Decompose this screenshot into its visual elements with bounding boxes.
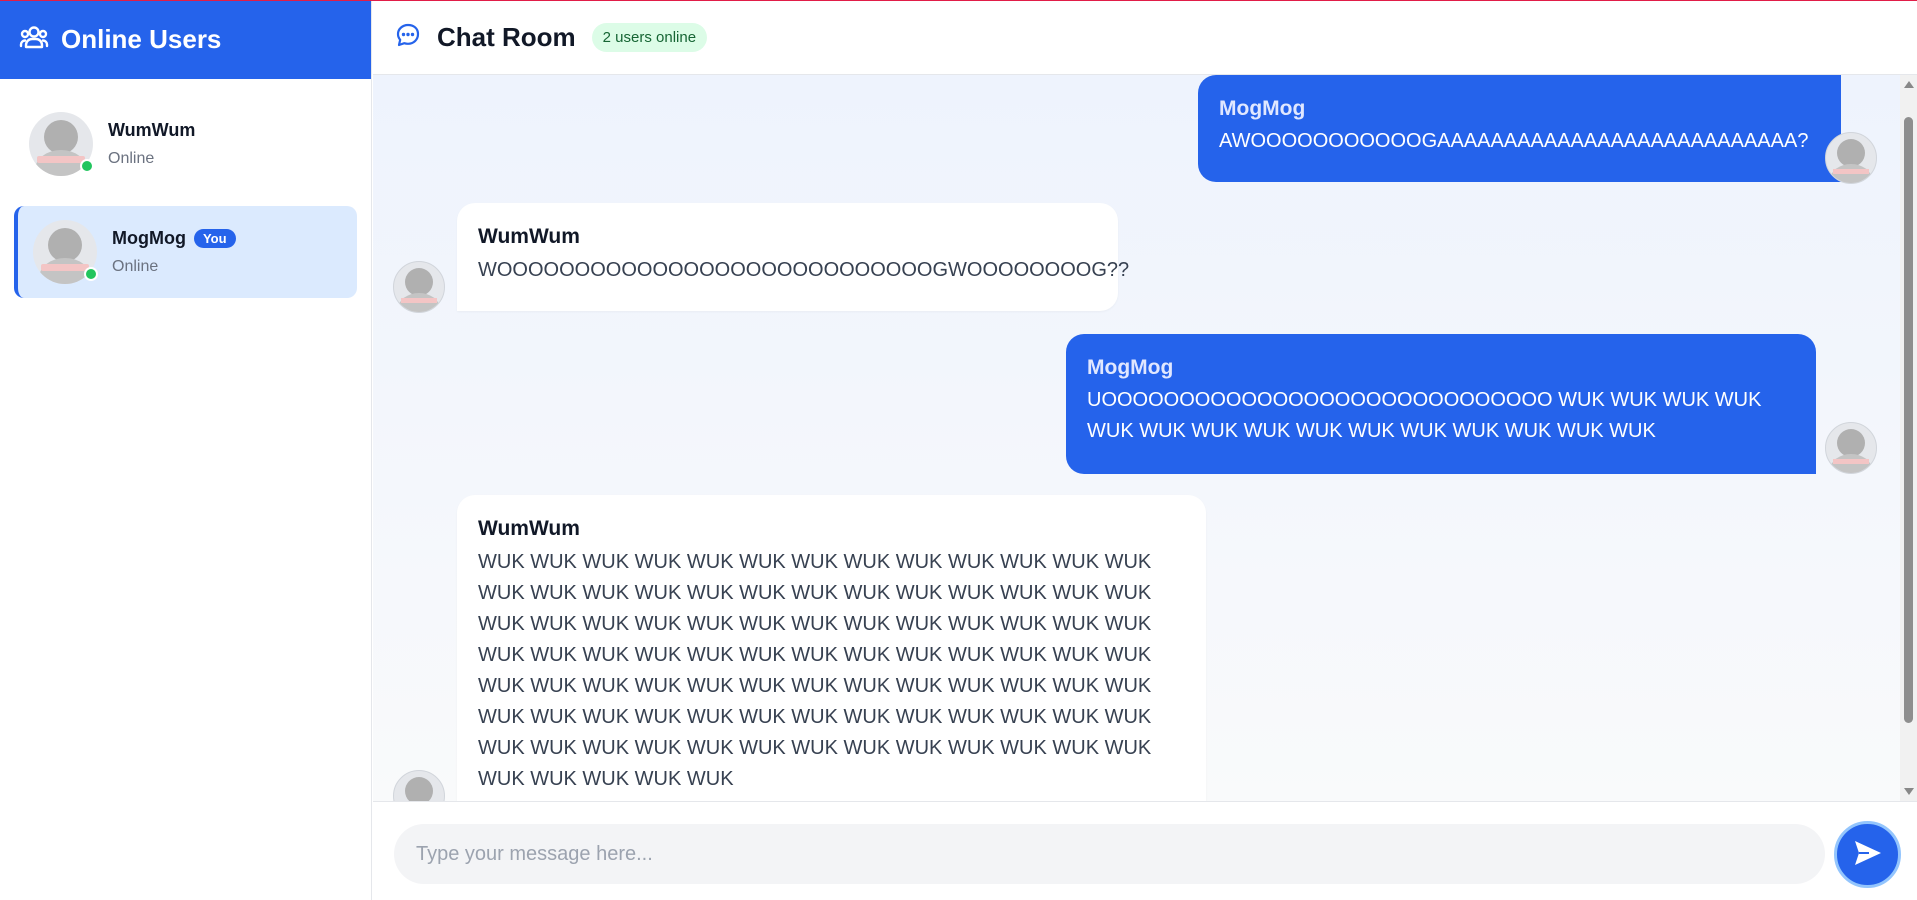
message-text: UOOOOOOOOOOOOOOOOOOOOOOOOOOOOO WUK WUK W… [1087, 389, 1762, 442]
message-list[interactable]: MogMog AWOOOOOOOOOOOGAAAAAAAAAAAAAAAAAAA… [373, 75, 1900, 801]
scroll-up-arrow-icon[interactable] [1904, 81, 1914, 88]
message-bubble: MogMog AWOOOOOOOOOOOGAAAAAAAAAAAAAAAAAAA… [1198, 75, 1841, 182]
message-scrollbar[interactable] [1900, 75, 1917, 801]
online-count-badge: 2 users online [591, 22, 708, 52]
avatar [393, 261, 445, 313]
you-badge: You [193, 229, 236, 248]
online-users-sidebar: Online Users WumWum Online MogMog You On… [0, 0, 372, 900]
sidebar-title: Online Users [61, 24, 222, 54]
message-input[interactable] [394, 824, 1825, 884]
message-input-bar [373, 801, 1917, 900]
chat-room-title: Chat Room [437, 21, 576, 52]
message-bubble: MogMog UOOOOOOOOOOOOOOOOOOOOOOOOOOOOO WU… [1066, 334, 1816, 474]
online-status-dot [80, 159, 94, 173]
chat-bubble-icon [395, 22, 421, 53]
users-icon [19, 24, 49, 55]
chat-header: Chat Room 2 users online [373, 0, 1917, 75]
avatar [1825, 132, 1877, 184]
user-card-wumwum[interactable]: WumWum Online [14, 98, 357, 190]
message-text: WOOOOOOOOOOOOOOOOOOOOOOOOOOOOGWOOOOOOOOG… [478, 259, 1130, 281]
top-border [0, 0, 1917, 1]
message-sender: WumWum [478, 517, 580, 540]
user-name: MogMog [112, 228, 186, 248]
scroll-down-arrow-icon[interactable] [1904, 788, 1914, 795]
send-icon [1853, 839, 1883, 870]
avatar [33, 220, 98, 284]
message-sender: MogMog [1219, 97, 1306, 120]
message-sender: WumWum [478, 225, 580, 248]
sidebar-header: Online Users [0, 0, 371, 79]
online-status-dot [84, 267, 98, 281]
scroll-thumb[interactable] [1904, 117, 1913, 723]
message-text: WUK WUK WUK WUK WUK WUK WUK WUK WUK WUK … [478, 551, 1152, 790]
avatar [29, 112, 94, 176]
message-sender: MogMog [1087, 356, 1174, 379]
send-button[interactable] [1834, 821, 1901, 888]
user-name: WumWum [108, 120, 196, 140]
avatar [1825, 422, 1877, 474]
message-text: AWOOOOOOOOOOOGAAAAAAAAAAAAAAAAAAAAAAAAAA… [1219, 130, 1809, 152]
message-bubble: WumWum WOOOOOOOOOOOOOOOOOOOOOOOOOOOOGWOO… [457, 203, 1130, 311]
message-bubble: WumWum WUK WUK WUK WUK WUK WUK WUK WUK W… [457, 495, 1206, 801]
user-card-mogmog[interactable]: MogMog You Online [14, 206, 357, 298]
user-status: Online [112, 258, 159, 275]
avatar [393, 770, 445, 801]
user-status: Online [108, 150, 155, 167]
chat-area: Chat Room 2 users online MogMog AWOOOOOO… [373, 0, 1917, 900]
